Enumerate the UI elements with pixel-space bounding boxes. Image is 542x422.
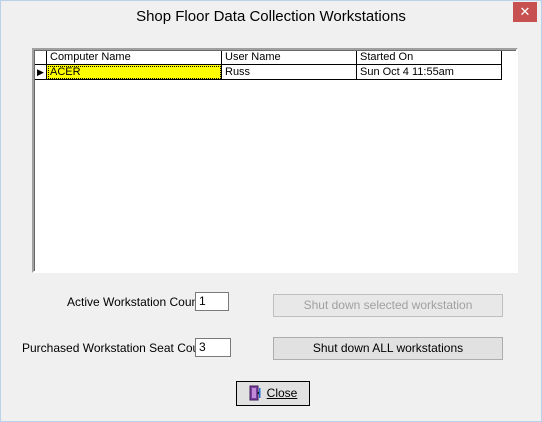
shut-down-all-button[interactable]: Shut down ALL workstations (273, 337, 503, 360)
grid-header-indicator (35, 51, 47, 65)
title-bar: Shop Floor Data Collection Workstations … (1, 1, 541, 31)
window-title: Shop Floor Data Collection Workstations (136, 8, 406, 25)
purchased-seat-count-field[interactable]: 3 (195, 338, 231, 357)
purchased-seat-count-label: Purchased Workstation Seat Count (22, 341, 210, 355)
column-header-user-name[interactable]: User Name (222, 51, 357, 65)
close-button-label: Close (266, 386, 298, 400)
cell-computer-name[interactable]: ACER (47, 65, 222, 80)
workstations-dialog: Shop Floor Data Collection Workstations … (0, 0, 542, 422)
column-header-started-on[interactable]: Started On (357, 51, 502, 65)
shut-down-selected-button[interactable]: Shut down selected workstation (273, 294, 503, 317)
workstations-grid[interactable]: Computer Name User Name Started On ▶ ACE… (32, 48, 518, 273)
close-icon: ✕ (519, 4, 531, 19)
column-header-computer-name[interactable]: Computer Name (47, 51, 222, 65)
cell-user-name[interactable]: Russ (222, 65, 357, 80)
close-button[interactable]: Close (236, 381, 310, 406)
window-close-button[interactable]: ✕ (513, 2, 537, 22)
door-exit-icon (249, 385, 261, 401)
table-row[interactable]: ▶ ACER Russ Sun Oct 4 11:55am (35, 65, 502, 80)
grid-header: Computer Name User Name Started On (35, 51, 502, 65)
active-workstation-count-field[interactable]: 1 (195, 292, 229, 311)
cell-started-on[interactable]: Sun Oct 4 11:55am (357, 65, 502, 80)
active-workstation-count-label: Active Workstation Count (67, 295, 202, 309)
current-row-indicator-icon: ▶ (35, 65, 47, 80)
